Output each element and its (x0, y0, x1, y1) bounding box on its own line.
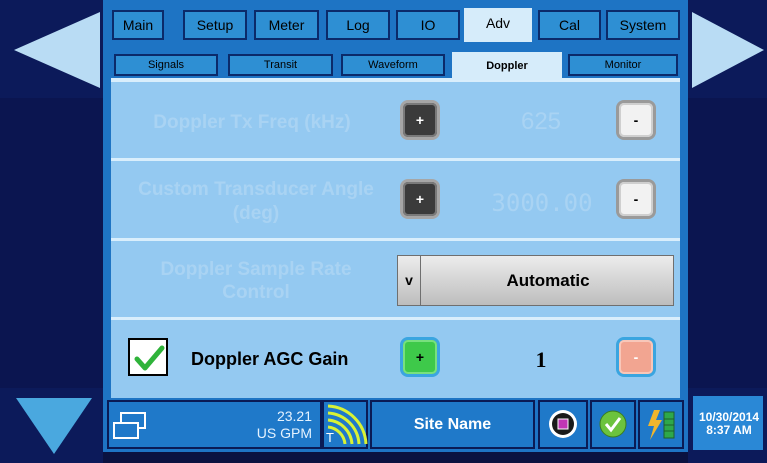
agc-checkbox[interactable] (128, 338, 168, 376)
tab-meter[interactable]: Meter (254, 10, 319, 40)
tx-freq-value: 625 (520, 108, 562, 135)
tab-adv[interactable]: Adv (464, 8, 532, 42)
tab-setup[interactable]: Setup (183, 10, 247, 40)
flow-unit: US GPM (256, 425, 312, 441)
subtab-transit[interactable]: Transit (228, 54, 333, 76)
tab-main[interactable]: Main (112, 10, 164, 40)
subtab-monitor[interactable]: Monitor (568, 54, 678, 76)
row-tx-freq: Doppler Tx Freq (kHz) + 625 - (111, 82, 680, 161)
tx-freq-plus-button[interactable]: + (403, 103, 437, 137)
subtab-waveform[interactable]: Waveform (341, 54, 445, 76)
site-name-box[interactable]: Site Name (370, 400, 535, 449)
date-text: 10/30/2014 (698, 410, 760, 424)
angle-value: 3000.00 (491, 189, 593, 217)
angle-label-line2: (deg) (232, 203, 280, 224)
minus-label: - (633, 191, 639, 207)
status-ok-button[interactable] (590, 400, 636, 449)
status-ok-icon (599, 410, 627, 438)
row-transducer-angle: Custom Transducer Angle (deg) + 3000.00 … (111, 161, 680, 241)
angle-minus-button[interactable]: - (619, 182, 653, 216)
dropdown-arrow-box[interactable]: v (398, 256, 421, 305)
signal-letter: T (326, 430, 334, 445)
checkmark-icon (134, 345, 165, 371)
agc-gain-label: Doppler AGC Gain (191, 349, 349, 369)
tab-system[interactable]: System (606, 10, 680, 40)
down-arrow-icon[interactable] (14, 396, 94, 456)
io-status-button[interactable] (638, 400, 684, 449)
time-text: 8:37 AM (706, 423, 752, 437)
plus-label: + (415, 191, 425, 207)
minus-label: - (633, 349, 639, 365)
row-sample-rate: Doppler Sample Rate Control v Automatic (111, 241, 680, 320)
tab-io[interactable]: IO (396, 10, 460, 40)
row-agc-gain: Doppler AGC Gain + 1 - (111, 320, 680, 399)
tx-freq-minus-button[interactable]: - (619, 103, 653, 137)
right-arrow-icon[interactable] (690, 10, 766, 90)
right-column (688, 98, 767, 388)
tx-freq-label: Doppler Tx Freq (kHz) (153, 112, 351, 133)
window-icon (113, 412, 146, 439)
subtab-doppler[interactable]: Doppler (452, 52, 562, 80)
minus-label: - (633, 112, 639, 128)
left-arrow-icon[interactable] (12, 10, 102, 90)
agc-gain-value: 1 (535, 347, 547, 372)
sample-rate-label-line1: Doppler Sample Rate (160, 259, 352, 280)
signal-strength-box[interactable]: T (322, 400, 368, 449)
angle-plus-button[interactable]: + (403, 182, 437, 216)
tab-log[interactable]: Log (326, 10, 390, 40)
site-name: Site Name (413, 416, 492, 433)
agc-plus-button[interactable]: + (403, 340, 437, 374)
tab-cal[interactable]: Cal (538, 10, 601, 40)
lightning-io-icon (648, 410, 675, 440)
agc-minus-button[interactable]: - (619, 340, 653, 374)
plus-label: + (415, 112, 425, 128)
dropdown-selected-value: Automatic (506, 271, 590, 290)
subtab-signals[interactable]: Signals (114, 54, 218, 76)
sample-rate-label-line2: Control (222, 282, 290, 303)
angle-label-line1: Custom Transducer Angle (138, 179, 374, 200)
stop-icon (549, 410, 577, 438)
sample-rate-dropdown[interactable]: v Automatic (397, 255, 674, 306)
plus-label: + (415, 349, 425, 365)
stop-button[interactable] (538, 400, 588, 449)
left-column (0, 98, 103, 388)
flow-readout-box[interactable]: 23.21 US GPM (107, 400, 322, 449)
datetime-box: 10/30/2014 8:37 AM (691, 394, 765, 452)
flow-value: 23.21 (276, 408, 312, 424)
